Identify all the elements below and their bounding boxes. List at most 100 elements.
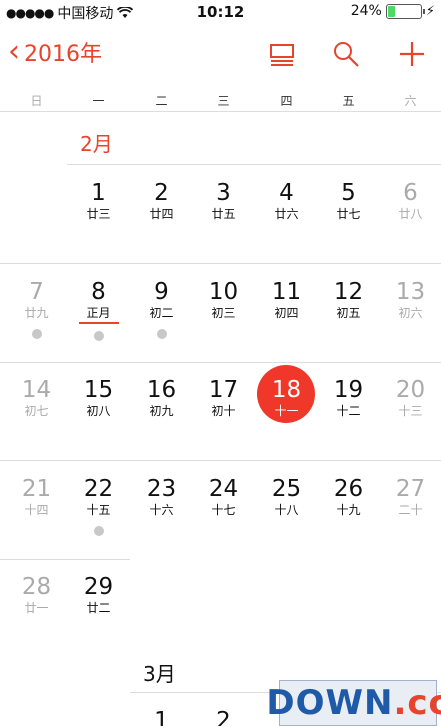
day-cell[interactable]: 17 初十 <box>192 377 255 419</box>
day-cell[interactable]: 23 十六 <box>130 476 193 518</box>
day-number: 19 <box>333 377 364 403</box>
weekday-label: 一 <box>92 94 105 108</box>
list-view-icon[interactable] <box>268 40 296 68</box>
day-cell[interactable]: 9 初二 <box>130 279 193 339</box>
lunar-date: 廿八 <box>398 207 423 221</box>
day-number: 25 <box>271 476 302 502</box>
day-cell[interactable]: 29 廿二 <box>67 574 130 616</box>
day-cell[interactable]: 1 廿三 <box>67 180 130 222</box>
add-icon[interactable] <box>398 40 426 68</box>
month-label-march[interactable]: 3月 <box>143 658 176 687</box>
weekday-label: 三 <box>217 94 230 108</box>
holiday-underline <box>78 322 119 324</box>
nav-bar: ‹ 2016年 <box>0 30 441 78</box>
day-cell[interactable]: 1 <box>130 708 193 726</box>
day-number: 5 <box>341 180 356 206</box>
day-number: 17 <box>208 377 239 403</box>
lunar-date: 十五 <box>86 503 111 517</box>
lunar-date: 廿二 <box>86 601 111 615</box>
day-cell[interactable]: 3 廿五 <box>192 180 255 222</box>
day-cell[interactable]: 10 初三 <box>192 279 255 321</box>
battery-icon <box>385 3 425 19</box>
lunar-date: 初五 <box>336 306 361 320</box>
day-number: 24 <box>208 476 239 502</box>
day-cell[interactable]: 22 十五 <box>67 476 130 536</box>
lunar-date: 十一 <box>274 404 299 418</box>
day-number: 1 <box>154 708 169 726</box>
watermark-text-suffix: .cc <box>393 683 441 723</box>
day-number: 8 <box>91 279 106 305</box>
lunar-date: 廿五 <box>211 207 236 221</box>
lunar-date: 初十 <box>211 404 236 418</box>
status-bar: ●●●●● 中国移动 10:12 24% ⚡ <box>0 0 441 24</box>
day-cell[interactable]: 19 十二 <box>317 377 380 419</box>
lunar-date: 十六 <box>149 503 174 517</box>
day-cell[interactable]: 20 十三 <box>379 377 441 419</box>
day-cell[interactable]: 5 廿七 <box>317 180 380 222</box>
weekday-header: 日一二三四五六 <box>0 88 441 112</box>
week-separator <box>0 460 441 461</box>
week-separator <box>0 263 441 264</box>
weekday-label: 六 <box>404 94 417 108</box>
day-number: 10 <box>208 279 239 305</box>
lunar-date: 二十 <box>398 503 423 517</box>
day-cell[interactable]: 12 初五 <box>317 279 380 321</box>
day-number: 9 <box>154 279 169 305</box>
day-number: 3 <box>216 180 231 206</box>
day-number: 4 <box>279 180 294 206</box>
day-cell[interactable]: 13 初六 <box>379 279 441 321</box>
day-number: 29 <box>83 574 114 600</box>
day-cell[interactable]: 21 十四 <box>5 476 68 518</box>
day-number: 7 <box>29 279 44 305</box>
day-cell[interactable]: 4 廿六 <box>255 180 318 222</box>
day-cell-today[interactable]: 18 十一 <box>255 365 318 423</box>
lunar-date: 初二 <box>149 306 174 320</box>
lunar-date: 十八 <box>274 503 299 517</box>
battery-percent: 24% <box>350 3 382 19</box>
day-cell[interactable]: 26 十九 <box>317 476 380 518</box>
lunar-date: 初三 <box>211 306 236 320</box>
day-number: 22 <box>83 476 114 502</box>
day-number: 13 <box>395 279 426 305</box>
month-label-february[interactable]: 2月 <box>80 128 113 157</box>
weekday-label: 二 <box>155 94 168 108</box>
charging-icon: ⚡ <box>425 3 435 19</box>
lunar-date: 初八 <box>86 404 111 418</box>
lunar-date: 廿一 <box>24 601 49 615</box>
year-label: 2016年 <box>24 42 102 67</box>
day-cell[interactable]: 15 初八 <box>67 377 130 419</box>
day-number: 21 <box>21 476 52 502</box>
day-number: 16 <box>146 377 177 403</box>
day-number: 2 <box>154 180 169 206</box>
lunar-date: 十三 <box>398 404 423 418</box>
day-cell[interactable]: 16 初九 <box>130 377 193 419</box>
weekday-label: 四 <box>280 94 293 108</box>
day-cell[interactable]: 2 廿四 <box>130 180 193 222</box>
day-number: 12 <box>333 279 364 305</box>
day-number: 11 <box>271 279 302 305</box>
day-cell[interactable]: 14 初七 <box>5 377 68 419</box>
day-cell[interactable]: 24 十七 <box>192 476 255 518</box>
day-cell[interactable]: 28 廿一 <box>5 574 68 616</box>
day-cell[interactable]: 8 正月 <box>67 279 130 341</box>
day-cell[interactable]: 11 初四 <box>255 279 318 321</box>
week-separator <box>67 164 441 165</box>
status-right: 24% ⚡ <box>351 3 435 19</box>
day-cell[interactable]: 27 二十 <box>379 476 441 518</box>
day-number: 23 <box>146 476 177 502</box>
day-number: 2 <box>216 708 231 726</box>
back-to-year-button[interactable]: ‹ 2016年 <box>8 36 102 68</box>
lunar-date: 正月 <box>86 306 111 320</box>
chevron-left-icon: ‹ <box>8 34 20 69</box>
lunar-date: 初四 <box>274 306 299 320</box>
lunar-date: 廿七 <box>336 207 361 221</box>
lunar-date: 初九 <box>149 404 174 418</box>
day-cell[interactable]: 2 <box>192 708 255 726</box>
day-cell[interactable]: 7 廿九 <box>5 279 68 339</box>
day-number: 26 <box>333 476 364 502</box>
lunar-date: 初七 <box>24 404 49 418</box>
day-cell[interactable]: 6 廿八 <box>379 180 441 222</box>
day-cell[interactable]: 25 十八 <box>255 476 318 518</box>
search-icon[interactable] <box>332 40 360 68</box>
day-number: 27 <box>395 476 426 502</box>
